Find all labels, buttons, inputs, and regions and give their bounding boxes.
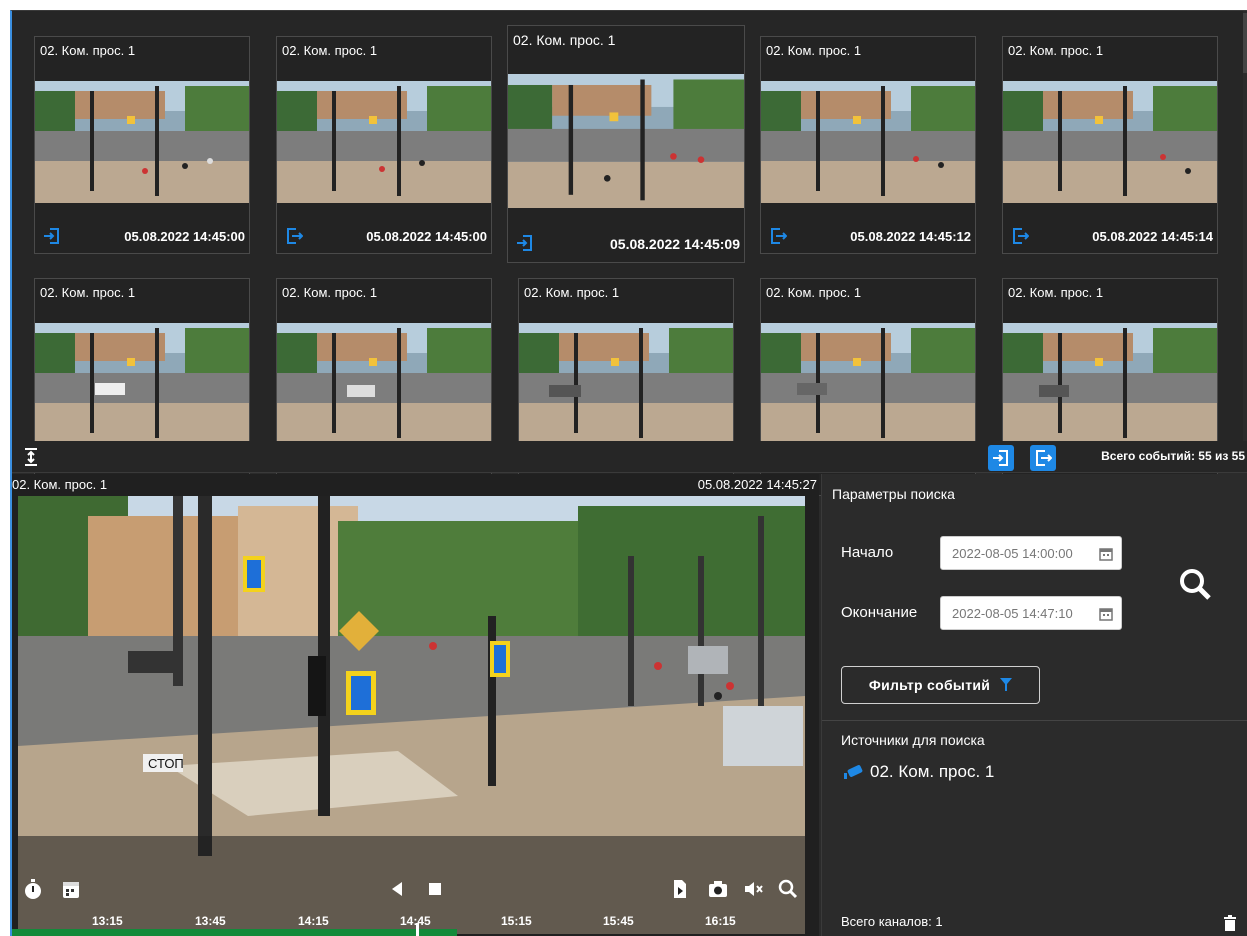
timeline-tick: 14:15 bbox=[298, 914, 329, 928]
event-thumbnail bbox=[761, 323, 975, 445]
event-thumbnail bbox=[519, 323, 733, 445]
event-card-selected[interactable]: 02. Ком. прос. 1 05.08.2022 14:45:09 bbox=[507, 25, 745, 263]
zoom-icon[interactable] bbox=[777, 878, 799, 900]
filter-events-button[interactable]: Фильтр событий bbox=[841, 666, 1040, 704]
event-card-date: 05.08.2022 14:45:00 bbox=[124, 229, 245, 244]
calendar-icon[interactable] bbox=[60, 878, 82, 900]
player-timestamp: 05.08.2022 14:45:27 bbox=[697, 477, 817, 492]
timeline-tick: 15:15 bbox=[501, 914, 532, 928]
event-thumbnail bbox=[35, 81, 249, 203]
event-card-date: 05.08.2022 14:45:09 bbox=[610, 236, 740, 252]
export-file-icon[interactable] bbox=[669, 878, 691, 900]
enter-event-icon bbox=[43, 227, 61, 245]
enter-event-icon bbox=[993, 450, 1008, 466]
event-card-title: 02. Ком. прос. 1 bbox=[766, 285, 862, 300]
section-divider bbox=[822, 720, 1247, 721]
source-name: 02. Ком. прос. 1 bbox=[870, 762, 995, 781]
events-toolbar: Всего событий: 55 из 55 bbox=[12, 441, 1247, 473]
camera-icon bbox=[844, 765, 863, 779]
calendar-icon[interactable] bbox=[1099, 547, 1113, 561]
start-datetime-input[interactable]: 2022-08-05 14:00:00 bbox=[940, 536, 1122, 570]
event-card-title: 02. Ком. прос. 1 bbox=[40, 43, 136, 58]
player-channel-title: 02. Ком. прос. 1 bbox=[12, 477, 108, 492]
timeline-tick: 13:45 bbox=[195, 914, 226, 928]
scrollbar-thumb[interactable] bbox=[1243, 13, 1247, 73]
filter-enter-events-button[interactable] bbox=[988, 445, 1014, 471]
total-channels-label: Всего каналов: 1 bbox=[841, 914, 943, 929]
event-card-date: 05.08.2022 14:45:14 bbox=[1092, 229, 1213, 244]
events-grid: 02. Ком. прос. 1 05.08.2022 14:45:00 02.… bbox=[12, 11, 1247, 496]
events-scrollbar[interactable] bbox=[1243, 11, 1247, 441]
event-card[interactable]: 02. Ком. прос. 1 05.08.2022 14:45:00 bbox=[276, 36, 492, 254]
event-card[interactable]: 02. Ком. прос. 1 05.08.2022 14:45:12 bbox=[760, 36, 976, 254]
filter-events-label: Фильтр событий bbox=[868, 677, 991, 693]
exit-event-icon bbox=[1036, 450, 1052, 466]
event-card-title: 02. Ком. прос. 1 bbox=[524, 285, 620, 300]
timeline-cursor[interactable] bbox=[416, 923, 419, 936]
event-thumbnail bbox=[277, 323, 491, 445]
event-card-date: 05.08.2022 14:45:12 bbox=[850, 229, 971, 244]
event-thumbnail bbox=[35, 323, 249, 445]
timeline-tick: 15:45 bbox=[603, 914, 634, 928]
exit-event-icon bbox=[285, 227, 304, 245]
timer-icon[interactable] bbox=[22, 878, 44, 900]
event-card-title: 02. Ком. прос. 1 bbox=[1008, 43, 1104, 58]
total-events-label: Всего событий: 55 из 55 bbox=[1101, 449, 1245, 463]
end-datetime-input[interactable]: 2022-08-05 14:47:10 bbox=[940, 596, 1122, 630]
start-label: Начало bbox=[841, 544, 894, 561]
event-card[interactable]: 02. Ком. прос. 1 05.08.2022 14:45:14 bbox=[1002, 36, 1218, 254]
event-thumbnail bbox=[761, 81, 975, 203]
sources-title: Источники для поиска bbox=[841, 732, 985, 748]
source-item[interactable]: 02. Ком. прос. 1 bbox=[842, 762, 994, 782]
event-card-title: 02. Ком. прос. 1 bbox=[40, 285, 136, 300]
video-overlay-stop-sign: СТОП bbox=[148, 756, 184, 771]
timeline[interactable]: 13:15 13:45 14:15 14:45 15:15 15:45 16:1… bbox=[12, 914, 819, 936]
video-player: 02. Ком. прос. 1 05.08.2022 14:45:27 СТО… bbox=[12, 474, 819, 936]
event-thumbnail bbox=[1003, 323, 1217, 445]
timeline-recorded-range bbox=[12, 929, 457, 936]
search-icon[interactable] bbox=[1177, 566, 1213, 602]
camera-snapshot-icon[interactable] bbox=[707, 878, 729, 900]
search-panel: Параметры поиска Начало 2022-08-05 14:00… bbox=[821, 474, 1247, 936]
filter-funnel-icon bbox=[1000, 678, 1013, 691]
search-params-title: Параметры поиска bbox=[832, 486, 955, 502]
collapse-panel-icon[interactable] bbox=[22, 447, 40, 467]
mute-icon[interactable] bbox=[742, 878, 764, 900]
event-thumbnail bbox=[277, 81, 491, 203]
event-thumbnail bbox=[508, 74, 744, 208]
event-card-date: 05.08.2022 14:45:00 bbox=[366, 229, 487, 244]
event-card-title: 02. Ком. прос. 1 bbox=[1008, 285, 1104, 300]
end-datetime-value: 2022-08-05 14:47:10 bbox=[952, 606, 1073, 621]
event-card-title: 02. Ком. прос. 1 bbox=[766, 43, 862, 58]
stop-icon[interactable] bbox=[424, 878, 446, 900]
trash-icon[interactable] bbox=[1223, 915, 1237, 931]
event-card-title: 02. Ком. прос. 1 bbox=[282, 43, 378, 58]
event-thumbnail bbox=[1003, 81, 1217, 203]
play-backward-icon[interactable] bbox=[386, 878, 408, 900]
timeline-tick: 13:15 bbox=[92, 914, 123, 928]
enter-event-icon bbox=[516, 234, 534, 252]
app-window: 02. Ком. прос. 1 05.08.2022 14:45:00 02.… bbox=[10, 10, 1247, 936]
timeline-tick: 16:15 bbox=[705, 914, 736, 928]
event-card-title: 02. Ком. прос. 1 bbox=[513, 32, 616, 48]
event-card[interactable]: 02. Ком. прос. 1 05.08.2022 14:45:00 bbox=[34, 36, 250, 254]
video-frame[interactable]: СТОП bbox=[18, 496, 805, 934]
calendar-icon[interactable] bbox=[1099, 607, 1113, 621]
event-card-title: 02. Ком. прос. 1 bbox=[282, 285, 378, 300]
exit-event-icon bbox=[1011, 227, 1030, 245]
end-label: Окончание bbox=[841, 604, 918, 621]
filter-exit-events-button[interactable] bbox=[1030, 445, 1056, 471]
exit-event-icon bbox=[769, 227, 788, 245]
start-datetime-value: 2022-08-05 14:00:00 bbox=[952, 546, 1073, 561]
